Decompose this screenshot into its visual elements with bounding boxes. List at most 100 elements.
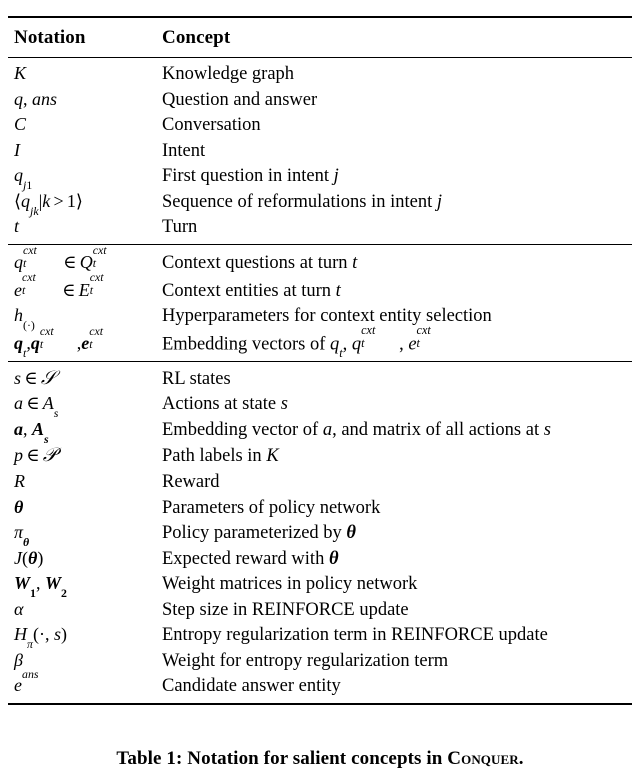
- notation-cell: e cxt t ∈ Ecxt t: [14, 270, 104, 300]
- concept-variable: θ: [328, 548, 339, 569]
- caption-system-name: Conquer: [447, 748, 519, 769]
- concept-cell: Question and answer: [162, 89, 318, 110]
- table-row: p ∈ 𝒫 Path labels in K: [8, 443, 632, 470]
- table-bottom-rule-row: [8, 704, 632, 706]
- concept-variable: K: [266, 446, 279, 467]
- table-body-section-conversation: K Knowledge graph q, ans Question and an…: [8, 57, 632, 245]
- concept-cell: RL states: [162, 368, 231, 389]
- concept-text: Path labels in: [162, 446, 267, 467]
- bottom-rule-right: [156, 704, 632, 705]
- table-footer-rule: [8, 704, 632, 706]
- notation-table-container: Notation Concept K Knowledge graph q, an…: [8, 16, 632, 706]
- concept-text: Policy parameterized by: [162, 523, 347, 544]
- table-header: Notation Concept: [8, 17, 632, 58]
- notation-cell: h(·): [14, 305, 35, 332]
- notation-cell: α: [14, 598, 24, 619]
- concept-cell: Reward: [162, 471, 220, 492]
- table-row: ⟨qjk|k >1⟩ Sequence of reformulations in …: [8, 189, 632, 218]
- table-row: K Knowledge graph: [8, 57, 632, 88]
- table-row: q, ans Question and answer: [8, 87, 632, 113]
- concept-cell: Knowledge graph: [162, 64, 295, 84]
- concept-variable: s: [280, 394, 288, 415]
- notation-cell: a ∈ As: [14, 393, 59, 421]
- table-row: eans Candidate answer entity: [8, 666, 632, 704]
- table-row: a ∈ As Actions at state s: [8, 392, 632, 421]
- concept-cell: First question in intent j: [156, 164, 632, 190]
- table-row: Hπ(·, s) Entropy regularization term in …: [8, 623, 632, 652]
- concept-text: Embedding vector of: [162, 419, 323, 440]
- caption-suffix: .: [518, 748, 524, 769]
- notation-cell: a, As: [14, 418, 49, 446]
- concept-cell: Turn: [162, 217, 198, 238]
- notation-cell: s ∈ 𝒮: [14, 366, 56, 389]
- concept-text-mid: , and matrix of all actions at: [332, 419, 544, 440]
- table-row: β Weight for entropy regularization term: [8, 648, 632, 674]
- notation-cell: πθ: [14, 522, 30, 549]
- table-row: πθ Policy parameterized by θ: [8, 521, 632, 549]
- concept-text: Expected reward with: [162, 548, 329, 569]
- notation-cell: W1, W2: [14, 573, 67, 601]
- table-row: C Conversation: [8, 113, 632, 139]
- table-body-section-rl: s ∈ 𝒮 RL states a ∈ As Actions at state s a,…: [8, 361, 632, 704]
- notation-cell: Hπ(·, s): [14, 624, 67, 652]
- bottom-rule-left: [8, 704, 156, 705]
- concept-cell: Step size in REINFORCE update: [162, 599, 409, 620]
- table-row: s ∈ 𝒮 RL states: [8, 361, 632, 392]
- concept-variable: t: [352, 252, 358, 273]
- table-row: α Step size in REINFORCE update: [8, 597, 632, 623]
- table-row: e cxt t ∈ Ecxt t Context entities at turn t: [8, 270, 632, 304]
- concept-cell: Embedding vector of a, and matrix of all…: [156, 417, 632, 443]
- concept-cell: Weight for entropy regularization term: [162, 650, 449, 671]
- notation-cell: J(θ): [14, 547, 44, 568]
- notation-cell: I: [14, 139, 20, 160]
- notation-cell: R: [14, 470, 25, 491]
- concept-cell: Policy parameterized by θ: [156, 521, 632, 547]
- clipped-text-above: [0, 0, 640, 4]
- concept-variable: t: [335, 280, 341, 301]
- caption-prefix: Table 1: Notation for salient concepts i…: [116, 748, 448, 769]
- notation-cell: qt,q cxt t ,e cxt t: [14, 324, 104, 361]
- concept-cell: Candidate answer entity: [162, 676, 341, 697]
- table-caption: Table 1: Notation for salient concepts i…: [0, 748, 640, 770]
- concept-variable: θ: [346, 523, 357, 544]
- concept-cell: Parameters of policy network: [162, 497, 381, 518]
- concept-cell: Hyperparameters for context entity selec…: [162, 306, 492, 327]
- notation-cell: eans: [14, 666, 39, 696]
- notation-cell: t: [14, 216, 20, 237]
- table-row: θ Parameters of policy network: [8, 495, 632, 521]
- concept-variable: j: [436, 191, 442, 212]
- table-row: qt,q cxt t ,e cxt t Embedding vectors of qt, …: [8, 323, 632, 361]
- concept-cell: Weight matrices in policy network: [162, 574, 418, 595]
- table-header-row: Notation Concept: [8, 17, 632, 58]
- concept-cell: Path labels in K: [156, 443, 632, 470]
- concept-cell: Conversation: [162, 115, 261, 136]
- table-body-section-context: q cxt t ∈ Qcxt t Context questions at turn t …: [8, 243, 632, 361]
- table-row: I Intent: [8, 138, 632, 164]
- concept-text: Actions at state: [162, 394, 281, 415]
- concept-cell: Context entities at turn t: [156, 276, 632, 304]
- concept-text: Embedding vectors of: [162, 334, 330, 355]
- table-row: qj1 First question in intent j: [8, 164, 632, 191]
- notation-cell: q, ans: [14, 88, 58, 109]
- concept-text: First question in intent: [162, 166, 334, 187]
- notation-cell: θ: [14, 496, 24, 517]
- notation-cell: p ∈ 𝒫: [14, 444, 57, 467]
- concept-cell: Expected reward with θ: [156, 546, 632, 572]
- concept-cell: Intent: [162, 140, 206, 161]
- table-row: t Turn: [8, 215, 632, 245]
- table-row: W1, W2 Weight matrices in policy network: [8, 572, 632, 601]
- concept-text: Sequence of reformulations in intent: [162, 191, 437, 212]
- notation-cell: C: [14, 114, 27, 135]
- column-header-notation: Notation: [14, 27, 86, 48]
- column-header-concept: Concept: [162, 27, 231, 48]
- table-row: R Reward: [8, 469, 632, 495]
- concept-text: Context entities at turn: [162, 280, 336, 301]
- concept-variable: a: [322, 419, 333, 440]
- concept-cell: Sequence of reformulations in intent j: [156, 189, 632, 215]
- table-page: Notation Concept K Knowledge graph q, an…: [0, 0, 640, 773]
- table-row: J(θ) Expected reward with θ: [8, 546, 632, 572]
- notation-table: Notation Concept K Knowledge graph q, an…: [8, 16, 632, 706]
- concept-cell: Context questions at turn t: [156, 244, 632, 276]
- notation-cell: ⟨qjk|k >1⟩: [14, 190, 83, 218]
- concept-text: Context questions at turn: [162, 252, 353, 273]
